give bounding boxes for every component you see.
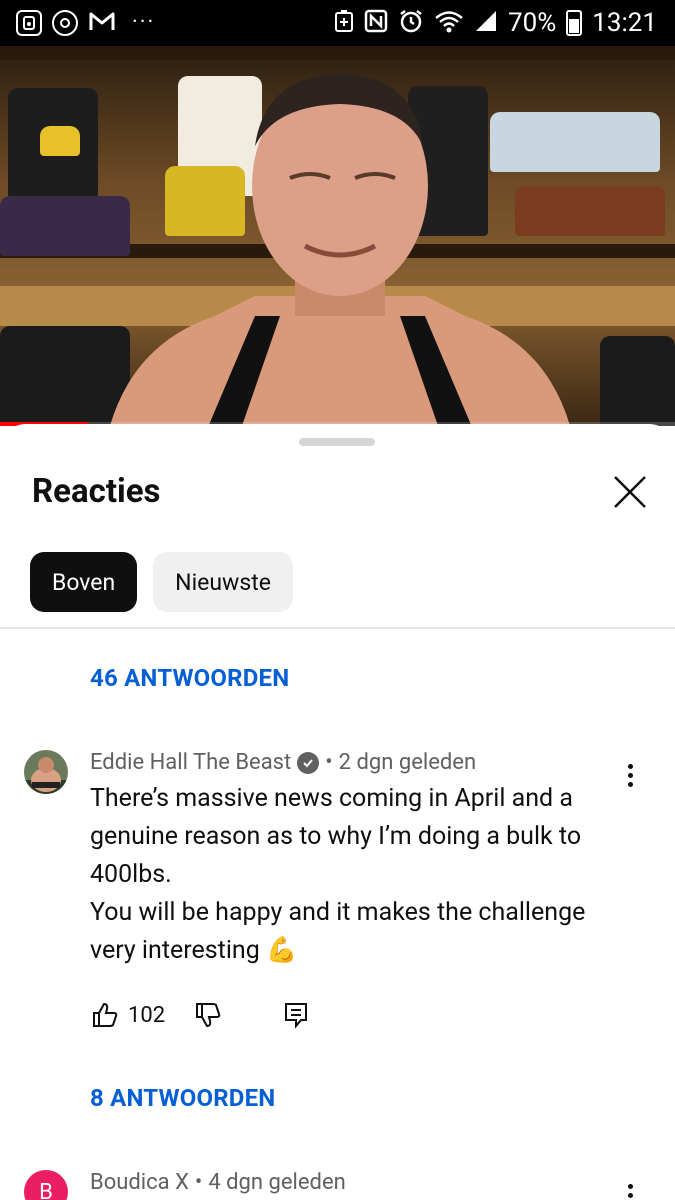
thumbs-up-icon [93,1002,118,1027]
replies-link[interactable]: 8 ANTWOORDEN [90,1084,275,1112]
avatar[interactable]: B [24,1170,68,1200]
alarm-icon [398,8,424,38]
more-vert-icon [627,764,633,769]
comments-sheet: Reacties Boven Nieuwste 46 ANTWOORDEN Ed… [0,424,675,1200]
close-button[interactable] [608,470,652,514]
status-bar: ··· 70% 13:21 [0,0,675,46]
status-bar-right: 70% 13:21 [334,8,657,38]
meta-separator: • [325,750,333,775]
chip-top[interactable]: Boven [30,552,138,612]
wifi-icon [434,9,464,37]
supplement-label [40,126,80,156]
close-icon [614,476,646,508]
like-button[interactable] [90,1000,120,1030]
verified-check-icon [297,751,320,774]
comment-author[interactable]: Boudica X [90,1170,189,1195]
avatar[interactable] [24,750,68,794]
drag-handle[interactable] [299,438,375,446]
video-player[interactable] [0,46,675,426]
dislike-button[interactable] [193,1000,223,1030]
comment-text: There’s massive news coming in April and… [90,780,630,970]
comment-author[interactable]: Eddie Hall The Beast [90,750,291,775]
comment-meta: Eddie Hall The Beast • 2 dgn geleden [90,750,476,775]
comment-line: You will be happy and it makes the chall… [90,898,586,927]
like-count: 102 [128,1002,166,1028]
signal-notification-icon [16,10,42,36]
nfc-icon [364,9,388,37]
comment-line: genuine reason as to why I’m doing a bul… [90,822,582,851]
comment-line: very interesting 💪 [90,936,298,965]
chip-newest[interactable]: Nieuwste [153,552,293,612]
battery-saver-icon [334,9,354,37]
replies-link[interactable]: 46 ANTWOORDEN [90,664,289,692]
battery-percent: 70% [507,8,557,38]
cell-signal-icon [474,9,498,37]
divider [0,627,675,629]
comment-time: 4 dgn geleden [208,1170,346,1195]
more-vert-icon [627,1184,633,1189]
meta-separator: • [194,1170,203,1195]
supplement-jar [600,336,675,426]
sheet-title: Reacties [32,472,161,511]
status-bar-left: ··· [16,9,155,37]
comment-line: There’s massive news coming in April and… [90,784,573,813]
battery-icon [566,10,583,36]
more-notifications-icon: ··· [132,10,156,35]
reply-icon [285,1003,308,1029]
comment-more-button[interactable] [622,1184,638,1200]
reply-button[interactable] [281,1000,311,1030]
gmail-icon [88,9,116,37]
comment-line: 400lbs. [90,860,172,889]
comment-time: 2 dgn geleden [338,750,477,775]
camera-notification-icon [52,10,78,36]
shelf [0,46,675,60]
thumbs-down-icon [196,1003,221,1028]
person-figure [110,74,570,426]
clock: 13:21 [592,8,657,38]
comment-meta: Boudica X • 4 dgn geleden [90,1170,346,1195]
comment-actions: 102 [90,1000,311,1030]
sort-chips: Boven Nieuwste [30,552,293,612]
